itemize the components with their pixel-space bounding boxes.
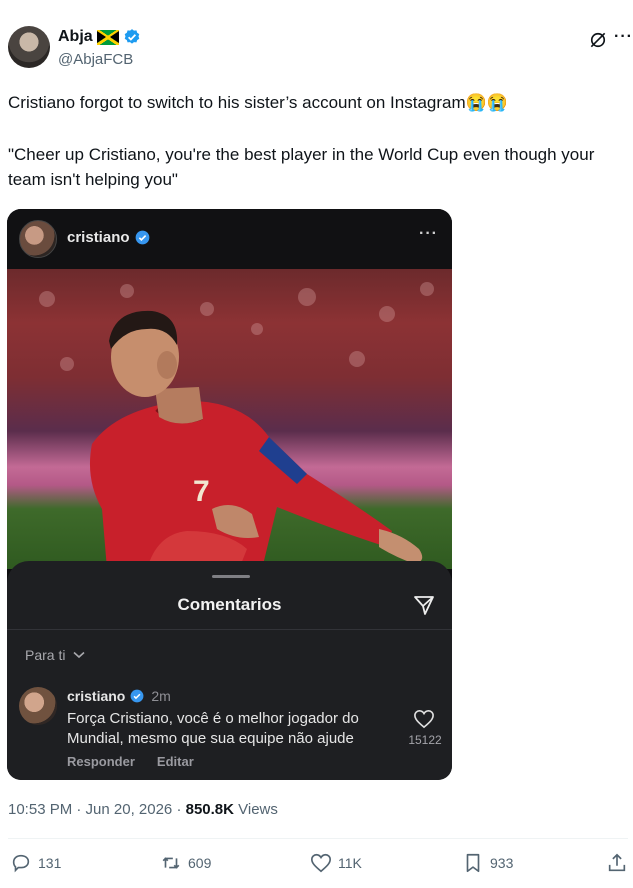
author-avatar[interactable] <box>8 26 50 68</box>
repost-icon <box>162 857 180 869</box>
comment-avatar <box>19 687 57 725</box>
ig-username-row: cristiano <box>67 229 150 246</box>
chevron-down-icon <box>73 651 86 659</box>
reply-count: 131 <box>38 855 62 871</box>
send-icon <box>414 596 434 615</box>
author-name[interactable]: Abja <box>58 28 93 46</box>
reply-button[interactable]: 131 <box>10 852 61 874</box>
author-name-row[interactable]: Abja <box>58 28 141 46</box>
author-handle[interactable]: @AbjaFCB <box>58 51 133 68</box>
ig-verified-icon <box>135 230 149 245</box>
action-bar: 131 609 11K 933 <box>0 852 633 882</box>
tweet-text: Cristiano forgot to switch to his sister… <box>8 90 628 192</box>
tweet-line-2: "Cheer up Cristiano, you're the best pla… <box>8 145 595 189</box>
ig-username: cristiano <box>67 229 130 246</box>
jamaica-flag-icon <box>96 29 119 45</box>
ig-post-header: cristiano ··· <box>7 209 452 269</box>
comment-verified-icon <box>130 689 144 703</box>
svg-text:7: 7 <box>193 475 210 508</box>
repost-button[interactable]: 609 <box>160 852 211 874</box>
share-button[interactable] <box>606 852 628 874</box>
heart-icon <box>311 853 331 873</box>
like-count: 11K <box>338 855 362 871</box>
comments-panel: Comentarios Para ti cristiano 2m Força C… <box>7 561 452 780</box>
comment-likes-count: 15122 <box>408 733 442 747</box>
bookmark-count: 933 <box>490 855 514 871</box>
views-count: 850.8K <box>185 801 234 818</box>
comment-username: cristiano <box>67 688 126 704</box>
bookmark-button[interactable]: 933 <box>462 852 513 874</box>
comment-user-row: cristiano 2m <box>67 688 171 704</box>
media-image[interactable]: cristiano ··· 7 Comentarios Para ti cris… <box>7 209 452 780</box>
share-icon <box>608 853 626 872</box>
ig-more-icon: ··· <box>419 225 438 242</box>
reply-icon <box>12 854 30 873</box>
ig-avatar <box>19 220 57 258</box>
comment-actions: Responder Editar <box>67 754 194 769</box>
comment-time: 2m <box>151 688 171 704</box>
comments-title: Comentarios <box>177 595 282 614</box>
actions-divider <box>8 838 628 839</box>
tweet-meta: 10:53 PM · Jun 20, 2026 · 850.8K Views <box>8 801 278 818</box>
like-button[interactable]: 11K <box>310 852 362 874</box>
repost-count: 609 <box>188 855 212 871</box>
drag-handle <box>212 575 250 578</box>
comment-text: Força Cristiano, você é o melhor jogador… <box>67 710 359 747</box>
bookmark-icon <box>466 853 480 873</box>
grok-icon[interactable] <box>588 30 608 50</box>
panel-divider <box>7 629 452 630</box>
edit-link: Editar <box>156 754 194 769</box>
sort-filter-label: Para ti <box>25 647 66 663</box>
more-options-icon[interactable]: ··· <box>614 28 633 46</box>
reply-link: Responder <box>67 754 135 769</box>
sort-filter: Para ti <box>25 647 86 663</box>
player-photo: 7 <box>7 269 452 569</box>
views-label: Views <box>233 801 278 818</box>
comment-heart-icon <box>414 709 434 729</box>
tweet-line-1: Cristiano forgot to switch to his sister… <box>8 93 508 112</box>
tweet-timestamp[interactable]: 10:53 PM · Jun 20, 2026 · <box>8 801 186 818</box>
verified-badge-icon <box>124 29 139 44</box>
